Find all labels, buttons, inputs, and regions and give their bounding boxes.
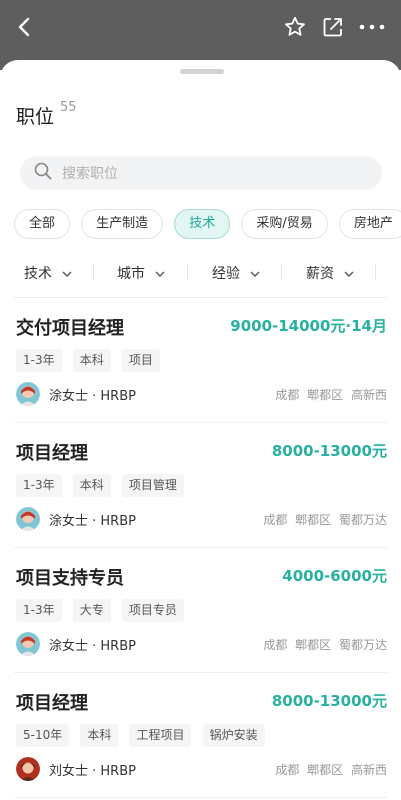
- job-card[interactable]: 项目经理 8000-13000元 5-10年 本科 工程项目 锅炉安装 刘女士 …: [0, 673, 401, 798]
- search-input[interactable]: 搜索职位: [20, 156, 382, 190]
- job-card[interactable]: 项目经理 8000-13000元 1-3年 本科 项目管理 涂女士 · HRBP…: [0, 423, 401, 548]
- filter-divider: [281, 264, 282, 280]
- job-tag: 1-3年: [16, 474, 62, 497]
- job-count: 55: [60, 100, 77, 115]
- job-tags: 1-3年 本科 项目管理: [16, 474, 190, 497]
- avatar: [16, 507, 40, 531]
- filter-label: 经验: [212, 266, 240, 282]
- job-tag: 本科: [72, 474, 111, 497]
- filter-divider: [93, 264, 94, 280]
- back-icon[interactable]: [10, 12, 40, 42]
- filter-bar: 技术 城市 经验 薪资: [0, 258, 401, 286]
- filter-label: 薪资: [306, 266, 334, 282]
- category-chips: 全部 生产制造 技术 采购/贸易 房地产: [14, 209, 401, 239]
- job-tag: 1-3年: [16, 349, 62, 372]
- more-icon[interactable]: [357, 12, 387, 42]
- job-salary: 8000-13000元: [271, 442, 387, 460]
- page-title: 职位: [16, 106, 55, 128]
- job-title: 项目支持专员: [16, 568, 124, 589]
- job-location: 成都 郫都区 蜀都万达: [263, 638, 387, 652]
- job-title: 项目经理: [16, 443, 88, 464]
- filter-label: 技术: [24, 266, 52, 282]
- avatar: [16, 382, 40, 406]
- job-tag: 锅炉安装: [202, 724, 265, 747]
- search-icon: [34, 162, 52, 184]
- job-tag: 本科: [72, 349, 111, 372]
- filter-experience[interactable]: 经验: [212, 263, 260, 283]
- job-tag: 项目管理: [121, 474, 184, 497]
- sheet-header: 职位 55: [16, 100, 77, 129]
- job-tag: 大专: [72, 599, 111, 622]
- job-tag: 本科: [80, 724, 119, 747]
- job-divider: [14, 797, 387, 798]
- job-tag: 项目: [121, 349, 160, 372]
- search-placeholder: 搜索职位: [62, 166, 118, 182]
- job-list-sheet: 职位 55 搜索职位 全部 生产制造 技术 采购/贸易 房地产 技术 城市 经验: [0, 60, 401, 800]
- job-location: 成都 郫都区 高新西: [275, 763, 387, 777]
- category-chip-manufacturing[interactable]: 生产制造: [81, 209, 164, 239]
- star-icon[interactable]: [280, 12, 310, 42]
- job-card[interactable]: 项目支持专员 4000-6000元 1-3年 大专 项目专员 涂女士 · HRB…: [0, 548, 401, 673]
- recruiter-name: 刘女士 · HRBP: [49, 763, 136, 779]
- filter-city[interactable]: 城市: [117, 263, 165, 283]
- filter-label: 城市: [117, 266, 145, 282]
- recruiter-info: 刘女士 · HRBP: [16, 757, 136, 781]
- filter-divider: [187, 264, 188, 280]
- category-chip-procurement[interactable]: 采购/贸易: [241, 209, 328, 239]
- job-tags: 5-10年 本科 工程项目 锅炉安装: [16, 724, 271, 747]
- job-salary: 9000-14000元·14月: [230, 317, 387, 335]
- recruiter-name: 涂女士 · HRBP: [49, 638, 136, 654]
- job-tag: 项目专员: [121, 599, 184, 622]
- job-location: 成都 郫都区 高新西: [275, 388, 387, 402]
- recruiter-info: 涂女士 · HRBP: [16, 632, 136, 656]
- job-tag: 工程项目: [129, 724, 192, 747]
- filter-divider: [375, 264, 376, 280]
- share-icon[interactable]: [318, 12, 348, 42]
- job-salary: 4000-6000元: [282, 567, 387, 585]
- chevron-down-icon: [344, 265, 354, 281]
- job-location: 成都 郫都区 蜀都万达: [263, 513, 387, 527]
- sheet-grabber[interactable]: [180, 69, 224, 74]
- filter-salary[interactable]: 薪资: [306, 263, 354, 283]
- category-chip-real-estate[interactable]: 房地产: [338, 209, 401, 239]
- job-tag: 1-3年: [16, 599, 62, 622]
- job-card[interactable]: 交付项目经理 9000-14000元·14月 1-3年 本科 项目 涂女士 · …: [0, 298, 401, 423]
- job-title: 项目经理: [16, 693, 88, 714]
- filter-tech[interactable]: 技术: [24, 263, 72, 283]
- recruiter-name: 涂女士 · HRBP: [49, 388, 136, 404]
- recruiter-info: 涂女士 · HRBP: [16, 382, 136, 406]
- job-title: 交付项目经理: [16, 318, 124, 339]
- recruiter-name: 涂女士 · HRBP: [49, 513, 136, 529]
- job-tags: 1-3年 大专 项目专员: [16, 599, 190, 622]
- avatar: [16, 757, 40, 781]
- recruiter-info: 涂女士 · HRBP: [16, 507, 136, 531]
- category-chip-tech[interactable]: 技术: [174, 209, 231, 239]
- job-tag: 5-10年: [16, 724, 70, 747]
- chevron-down-icon: [62, 265, 72, 281]
- job-salary: 8000-13000元: [271, 692, 387, 710]
- job-tags: 1-3年 本科 项目: [16, 349, 166, 372]
- category-chip-all[interactable]: 全部: [14, 209, 71, 239]
- chevron-down-icon: [250, 265, 260, 281]
- chevron-down-icon: [155, 265, 165, 281]
- avatar: [16, 632, 40, 656]
